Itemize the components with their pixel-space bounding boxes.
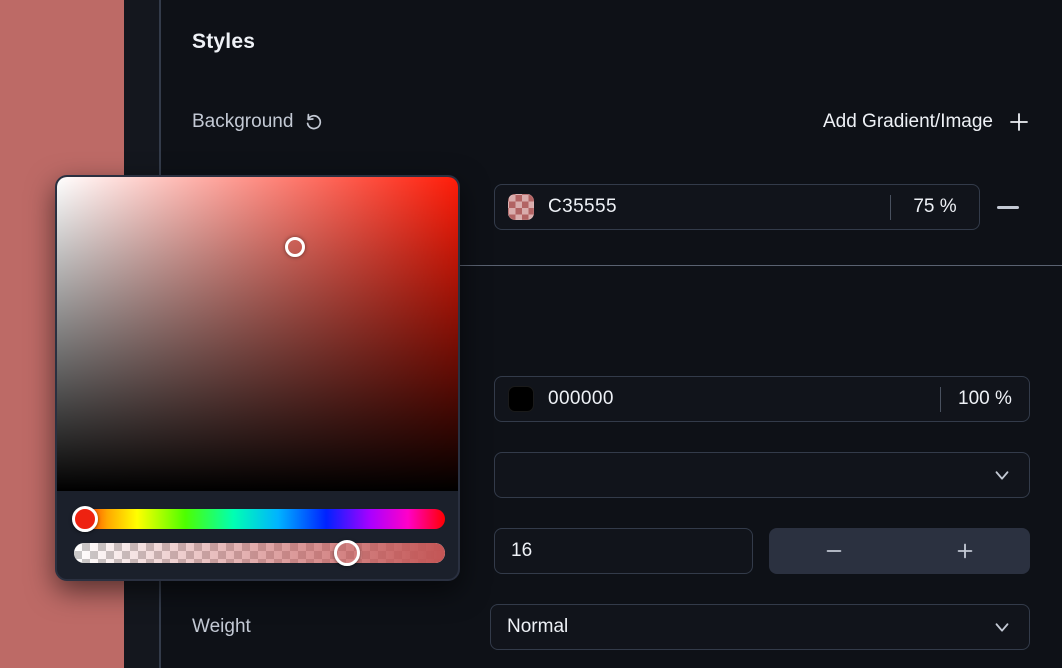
solid-color-swatch-icon[interactable] xyxy=(508,386,534,412)
color-picker-popover xyxy=(55,175,460,581)
font-size-input[interactable]: 16 xyxy=(494,528,753,574)
chevron-down-icon xyxy=(991,464,1013,486)
increment-button[interactable] xyxy=(900,528,1031,574)
chevron-down-icon xyxy=(991,616,1013,638)
styles-panel-screen: Styles Background Add Gradient/Image C35… xyxy=(0,0,1062,668)
saturation-value-cursor[interactable] xyxy=(285,237,305,257)
hue-slider-handle[interactable] xyxy=(72,506,98,532)
weight-select[interactable]: Normal xyxy=(490,604,1030,650)
opacity-value-2[interactable]: 100 % xyxy=(941,388,1029,410)
section-divider xyxy=(460,265,1062,266)
remove-layer-button-1[interactable] xyxy=(996,196,1020,218)
color-layer-row-2[interactable]: 000000 100 % xyxy=(494,376,1030,422)
reset-counterclockwise-icon[interactable] xyxy=(304,112,324,132)
font-family-select[interactable] xyxy=(494,452,1030,498)
alpha-slider-handle[interactable] xyxy=(334,540,360,566)
add-gradient-image-button[interactable]: Add Gradient/Image xyxy=(823,110,1031,134)
add-gradient-image-label: Add Gradient/Image xyxy=(822,111,993,132)
background-label-group: Background xyxy=(192,111,324,133)
hex-value-input-2[interactable]: 000000 xyxy=(548,388,940,410)
saturation-value-area[interactable] xyxy=(57,177,458,491)
checkerboard-swatch-icon[interactable] xyxy=(508,194,534,220)
alpha-gradient xyxy=(74,543,445,563)
hex-value-input-1[interactable]: C35555 xyxy=(548,196,890,218)
page-title: Styles xyxy=(192,30,256,53)
weight-label: Weight xyxy=(192,616,251,637)
hue-slider[interactable] xyxy=(72,506,445,532)
color-layer-row-1[interactable]: C35555 75 % xyxy=(494,184,980,230)
font-size-stepper xyxy=(769,528,1030,574)
background-label: Background xyxy=(192,111,294,132)
decrement-button[interactable] xyxy=(769,528,900,574)
weight-value: Normal xyxy=(507,616,569,637)
plus-icon xyxy=(1007,110,1031,134)
opacity-value-1[interactable]: 75 % xyxy=(891,196,979,218)
alpha-slider[interactable] xyxy=(74,543,445,563)
